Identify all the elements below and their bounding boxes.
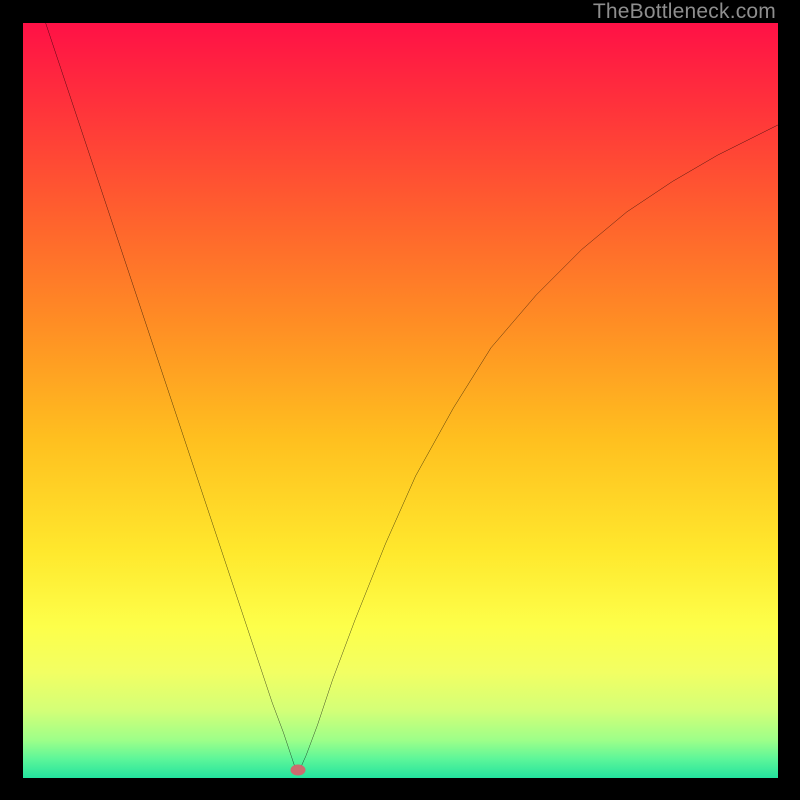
chart-frame: TheBottleneck.com xyxy=(0,0,800,800)
bottleneck-curve xyxy=(23,23,778,778)
watermark-text: TheBottleneck.com xyxy=(593,0,776,24)
plot-area xyxy=(23,23,778,778)
optimal-point-marker xyxy=(290,765,305,776)
